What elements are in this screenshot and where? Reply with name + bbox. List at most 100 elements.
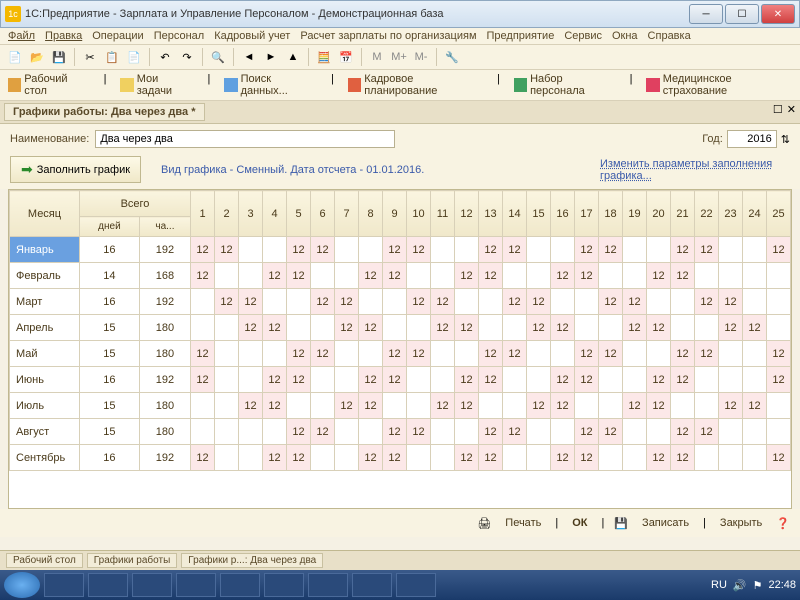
tray-icon[interactable]: 🔊: [733, 579, 747, 592]
copy-icon[interactable]: 📋: [103, 48, 121, 66]
tab-bar: Графики работы: Два через два * ☐ ✕: [0, 101, 800, 124]
nav-panel: Рабочий стол | Мои задачи | Поиск данных…: [0, 70, 800, 101]
year-spinner-icon[interactable]: ⇅: [781, 133, 790, 146]
bottom-tab[interactable]: Графики работы: [87, 553, 178, 568]
taskbar-item[interactable]: [352, 573, 392, 597]
menu-help[interactable]: Справка: [648, 30, 691, 42]
tray-icon[interactable]: ⚑: [753, 579, 763, 592]
open-icon[interactable]: 📂: [28, 48, 46, 66]
print-button[interactable]: Печать: [501, 515, 545, 531]
redo-icon[interactable]: ↷: [178, 48, 196, 66]
m-minus-icon[interactable]: M-: [412, 48, 430, 66]
m-plus-icon[interactable]: M+: [390, 48, 408, 66]
save-button[interactable]: Записать: [638, 515, 693, 531]
close-button[interactable]: ✕: [761, 4, 795, 24]
nav-insurance[interactable]: Медицинское страхование: [646, 73, 792, 97]
year-group: Год: ⇅: [702, 130, 790, 148]
clock[interactable]: 22:48: [768, 579, 796, 591]
window-controls: ─ ☐ ✕: [689, 4, 795, 24]
separator: [308, 48, 309, 66]
nav-fwd-icon[interactable]: ►: [262, 48, 280, 66]
calc-icon[interactable]: 🧮: [315, 48, 333, 66]
bottom-tab[interactable]: Рабочий стол: [6, 553, 83, 568]
table-row[interactable]: Март16192121212121212121212121212: [10, 289, 791, 315]
table-row[interactable]: Апрель15180121212121212121212121212: [10, 315, 791, 341]
tab-close-icon[interactable]: ✕: [787, 103, 796, 121]
menu-kadr[interactable]: Кадровый учет: [214, 30, 290, 42]
taskbar-item[interactable]: [308, 573, 348, 597]
toolbar-main: 📄 📂 💾 ✂ 📋 📄 ↶ ↷ 🔍 ◄ ► ▲ 🧮 📅 M M+ M- 🔧: [0, 45, 800, 70]
year-input[interactable]: [727, 130, 777, 148]
calendar-icon[interactable]: 📅: [337, 48, 355, 66]
table-row[interactable]: Январь1619212121212121212121212121212: [10, 237, 791, 263]
separator: [74, 48, 75, 66]
arrow-right-icon: ➡: [21, 161, 33, 178]
table-row[interactable]: Август1518012121212121212121212: [10, 419, 791, 445]
nav-up-icon[interactable]: ▲: [284, 48, 302, 66]
tab-max-icon[interactable]: ☐: [773, 103, 783, 121]
hiring-icon: [514, 78, 527, 92]
nav-search[interactable]: Поиск данных...: [224, 73, 317, 97]
nav-back-icon[interactable]: ◄: [240, 48, 258, 66]
nav-label: Набор персонала: [530, 73, 616, 97]
separator: [361, 48, 362, 66]
name-input[interactable]: [95, 130, 395, 148]
taskbar-item[interactable]: [396, 573, 436, 597]
taskbar-item[interactable]: [88, 573, 128, 597]
ok-button[interactable]: ОК: [568, 515, 591, 531]
menu-operations[interactable]: Операции: [92, 30, 143, 42]
table-row[interactable]: Май15180121212121212121212121212: [10, 341, 791, 367]
search-icon: [224, 78, 237, 92]
minimize-button[interactable]: ─: [689, 4, 723, 24]
table-row[interactable]: Сентябрь16192121212121212121212121212: [10, 445, 791, 471]
app-icon: 1c: [5, 6, 21, 22]
bottom-tabs: Рабочий стол Графики работы Графики р...…: [0, 550, 800, 570]
taskbar-item[interactable]: [44, 573, 84, 597]
m-icon[interactable]: M: [368, 48, 386, 66]
menu-file[interactable]: Файл: [8, 30, 35, 42]
menu-enterprise[interactable]: Предприятие: [487, 30, 555, 42]
bottom-tab[interactable]: Графики р...: Два через два: [181, 553, 323, 568]
taskbar-item[interactable]: [264, 573, 304, 597]
menu-edit[interactable]: Правка: [45, 30, 82, 42]
new-icon[interactable]: 📄: [6, 48, 24, 66]
find-icon[interactable]: 🔍: [209, 48, 227, 66]
maximize-button[interactable]: ☐: [725, 4, 759, 24]
menu-personnel[interactable]: Персонал: [154, 30, 205, 42]
cut-icon[interactable]: ✂: [81, 48, 99, 66]
save-icon[interactable]: 💾: [50, 48, 68, 66]
nav-planning[interactable]: Кадровое планирование: [348, 73, 483, 97]
nav-desktop[interactable]: Рабочий стол: [8, 73, 90, 97]
system-tray: RU 🔊 ⚑ 22:48: [711, 579, 796, 592]
close-button[interactable]: Закрыть: [716, 515, 766, 531]
info-row: ➡ Заполнить график Вид графика - Сменный…: [0, 154, 800, 189]
tab-controls: ☐ ✕: [773, 103, 796, 121]
paste-icon[interactable]: 📄: [125, 48, 143, 66]
active-tab[interactable]: Графики работы: Два через два *: [4, 103, 205, 121]
planning-icon: [348, 78, 361, 92]
table-row[interactable]: Июль15180121212121212121212121212: [10, 393, 791, 419]
save-icon: 💾: [614, 517, 628, 530]
os-taskbar: RU 🔊 ⚑ 22:48: [0, 570, 800, 600]
table-row[interactable]: Февраль141681212121212121212121212: [10, 263, 791, 289]
nav-hiring[interactable]: Набор персонала: [514, 73, 616, 97]
lang-indicator[interactable]: RU: [711, 579, 727, 591]
settings-icon[interactable]: 🔧: [443, 48, 461, 66]
nav-tasks[interactable]: Мои задачи: [120, 73, 193, 97]
change-params-link[interactable]: Изменить параметры заполнения графика...: [600, 158, 790, 182]
schedule-grid[interactable]: МесяцВсего123456789101112131415161718192…: [8, 189, 792, 509]
menu-service[interactable]: Сервис: [564, 30, 602, 42]
menu-windows[interactable]: Окна: [612, 30, 638, 42]
separator: |: [630, 73, 633, 97]
taskbar-item[interactable]: [176, 573, 216, 597]
taskbar-item[interactable]: [220, 573, 260, 597]
window-titlebar: 1c 1С:Предприятие - Зарплата и Управлени…: [0, 0, 800, 28]
fill-schedule-button[interactable]: ➡ Заполнить график: [10, 156, 141, 183]
menu-salary[interactable]: Расчет зарплаты по организациям: [300, 30, 476, 42]
taskbar-item[interactable]: [132, 573, 172, 597]
undo-icon[interactable]: ↶: [156, 48, 174, 66]
name-label: Наименование:: [10, 133, 89, 145]
table-row[interactable]: Июнь16192121212121212121212121212: [10, 367, 791, 393]
help-icon[interactable]: ❓: [776, 517, 790, 530]
start-button[interactable]: [4, 572, 40, 598]
